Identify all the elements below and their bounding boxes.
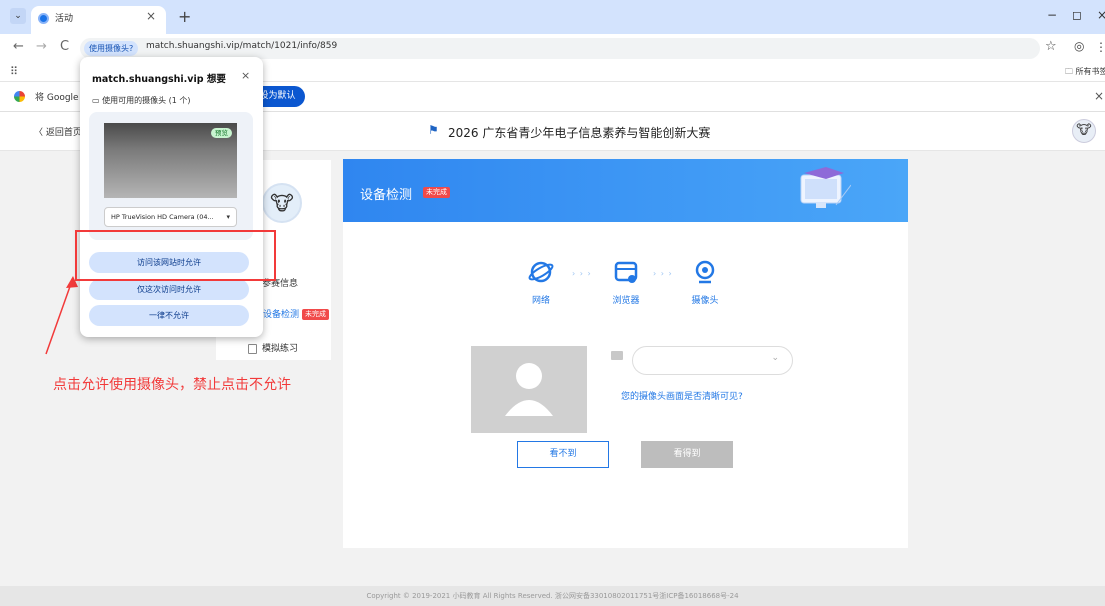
highlight-box-annotation — [75, 230, 276, 281]
step-camera: 摄像头 — [685, 259, 725, 306]
step-arrow: › › › — [572, 269, 592, 278]
camera-permission-popup: match.shuangshi.vip 想要 × ▭ 使用可用的摄像头 (1 个… — [80, 57, 263, 337]
close-window-button[interactable]: × — [1097, 8, 1105, 22]
footer-text: Copyright © 2019-2021 小码教育 All Rights Re… — [366, 592, 739, 600]
chevron-down-icon: ⌄ — [771, 353, 779, 363]
step-label: 摄像头 — [691, 296, 719, 306]
maximize-window-button[interactable]: ◻ — [1072, 8, 1082, 22]
all-bookmarks-label: 所有书签 — [1075, 67, 1105, 76]
step-network: 网络 — [526, 259, 556, 306]
dropdown-arrow-icon: ▾ — [226, 213, 230, 221]
reload-icon[interactable]: C — [60, 39, 69, 54]
omnibox[interactable]: 使用摄像头? match.shuangshi.vip/match/1021/in… — [80, 38, 1040, 59]
url-text[interactable]: match.shuangshi.vip/match/1021/info/859 — [146, 41, 337, 51]
user-avatar[interactable]: 🐮 — [1072, 119, 1096, 143]
camera-preview-card: 预览 HP TrueVision HD Camera (04... ▾ — [89, 112, 253, 240]
contest-title: 2026 广东省青少年电子信息素养与智能创新大赛 — [448, 126, 711, 140]
step-label: 浏览器 — [612, 296, 640, 306]
camera-small-icon — [611, 351, 623, 360]
bookmark-star-icon[interactable]: ☆ — [1045, 39, 1057, 54]
panel-status-badge: 未完成 — [423, 187, 450, 198]
popup-subtitle: ▭ 使用可用的摄像头 (1 个) — [92, 96, 191, 105]
popup-subtitle-text: 使用可用的摄像头 (1 个) — [102, 96, 191, 105]
camera-preview-placeholder — [471, 346, 587, 433]
chrome-logo-icon — [14, 91, 25, 102]
document-icon — [248, 343, 257, 354]
profile-icon[interactable]: ◎ — [1074, 39, 1084, 53]
allow-this-time-button[interactable]: 仅这次访问时允许 — [89, 279, 249, 300]
webcam-icon — [695, 260, 715, 284]
back-icon[interactable]: ← — [13, 39, 24, 54]
instruction-annotation: 点击允许使用摄像头，禁止点击不允许 — [53, 377, 291, 393]
camera-question-text: 您的摄像头画面是否清晰可见? — [621, 392, 743, 402]
camera-device-select[interactable]: HP TrueVision HD Camera (04... ▾ — [104, 207, 237, 227]
tab-title: 活动 — [55, 14, 74, 24]
back-home-link[interactable]: 〈 返回首页 — [34, 125, 82, 138]
popup-title: match.shuangshi.vip 想要 — [92, 74, 226, 85]
flag-icon: ⚑ — [428, 123, 439, 137]
popup-close-icon[interactable]: × — [241, 69, 250, 82]
new-tab-button[interactable]: + — [178, 7, 191, 26]
panel-header: 设备检测 未完成 — [343, 159, 908, 222]
tab-search-dropdown[interactable]: ⌄ — [10, 8, 26, 24]
camera-device-name: HP TrueVision HD Camera (04... — [111, 213, 214, 221]
browser-icon — [614, 261, 638, 283]
globe-icon — [528, 261, 554, 283]
camera-permission-chip[interactable]: 使用摄像头? — [84, 41, 139, 56]
sidebar-item-label: 设备检测 — [263, 310, 300, 320]
incomplete-badge: 未完成 — [302, 309, 330, 320]
device-check-panel: 设备检测 未完成 网络 › › › 浏览器 › › › 摄像头 ⌄ 您的摄像头画… — [343, 159, 908, 548]
user-silhouette-icon — [505, 363, 553, 416]
browser-tab-active[interactable]: 活动 × — [31, 6, 166, 34]
more-menu-icon[interactable]: ⋮ — [1095, 40, 1105, 54]
cannot-see-button[interactable]: 看不到 — [517, 441, 609, 468]
sidebar-item-label: 模拟练习 — [262, 344, 299, 354]
tab-close-icon[interactable]: × — [146, 9, 156, 23]
infobar-close-icon[interactable]: × — [1094, 89, 1104, 103]
minimize-window-button[interactable]: − — [1047, 8, 1057, 22]
page-footer: Copyright © 2019-2021 小码教育 All Rights Re… — [0, 586, 1105, 606]
panel-title: 设备检测 — [360, 188, 413, 203]
step-browser: 浏览器 — [606, 259, 646, 306]
never-allow-button[interactable]: 一律不允许 — [89, 305, 249, 326]
step-label: 网络 — [531, 296, 550, 306]
monitor-illustration-icon — [800, 167, 851, 208]
sidebar-item-device-check[interactable]: 设备检测 未完成 — [263, 307, 330, 320]
forward-icon[interactable]: → — [36, 39, 47, 54]
camera-live-preview: 预览 — [104, 123, 237, 198]
tab-favicon-icon — [38, 13, 49, 24]
step-arrow: › › › — [653, 269, 673, 278]
browser-tab-bar: ⌄ 活动 × + − ◻ × — [0, 0, 1105, 34]
apps-grid-icon[interactable]: ⠿ — [10, 65, 18, 78]
sidebar-item-practice[interactable]: 模拟练习 — [248, 341, 298, 354]
can-see-button[interactable]: 看得到 — [641, 441, 733, 468]
preview-tag: 预览 — [211, 128, 232, 138]
camera-select-dropdown[interactable]: ⌄ — [632, 346, 793, 375]
mascot-avatar: 🐮 — [262, 183, 302, 223]
all-bookmarks-button[interactable]: 🗀 所有书签 — [1065, 66, 1105, 80]
